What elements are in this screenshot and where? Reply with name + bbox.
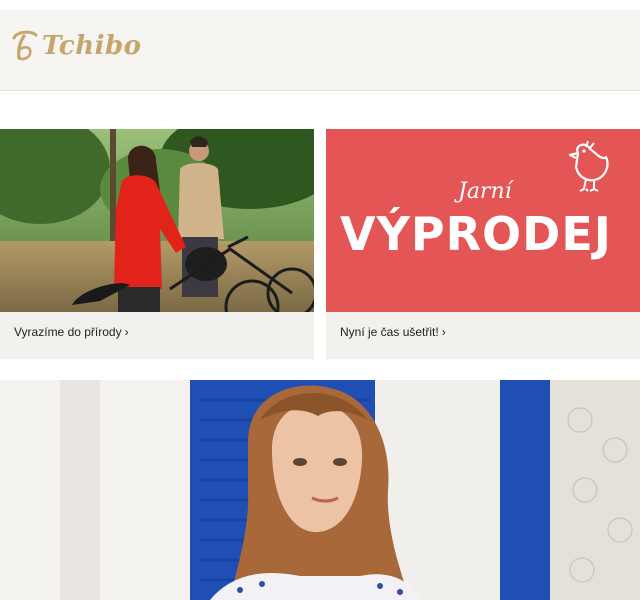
promo-image-sale: Jarní VÝPRODEJ (326, 129, 640, 312)
promo-card-sale[interactable]: Jarní VÝPRODEJ Nyní je čas ušetřit! › (326, 129, 640, 359)
top-strip (0, 0, 640, 10)
caption-text: Vyrazíme do přírody (14, 325, 122, 339)
site-header: Tchibo (0, 10, 640, 91)
promo-caption: Nyní je čas ušetřit! › (340, 325, 446, 339)
logo-text: Tchibo (42, 31, 142, 61)
caption-text: Nyní je čas ušetřit! (340, 325, 439, 339)
promo-card-nature[interactable]: Vyrazíme do přírody › (0, 129, 314, 359)
sale-kicker: Jarní (458, 179, 512, 204)
hero-banner[interactable] (0, 380, 640, 600)
sale-banner: Jarní VÝPRODEJ (326, 129, 640, 312)
tchibo-logo[interactable]: Tchibo (10, 28, 142, 64)
promo-caption: Vyrazíme do přírody › (14, 325, 129, 339)
hero-image (0, 380, 640, 600)
chevron-right-icon: › (124, 325, 129, 339)
tchibo-bean-icon (12, 30, 38, 61)
promo-image-nature (0, 129, 314, 312)
chevron-right-icon: › (441, 325, 446, 339)
sale-title: VÝPRODEJ (340, 207, 612, 261)
bird-icon (568, 140, 609, 192)
